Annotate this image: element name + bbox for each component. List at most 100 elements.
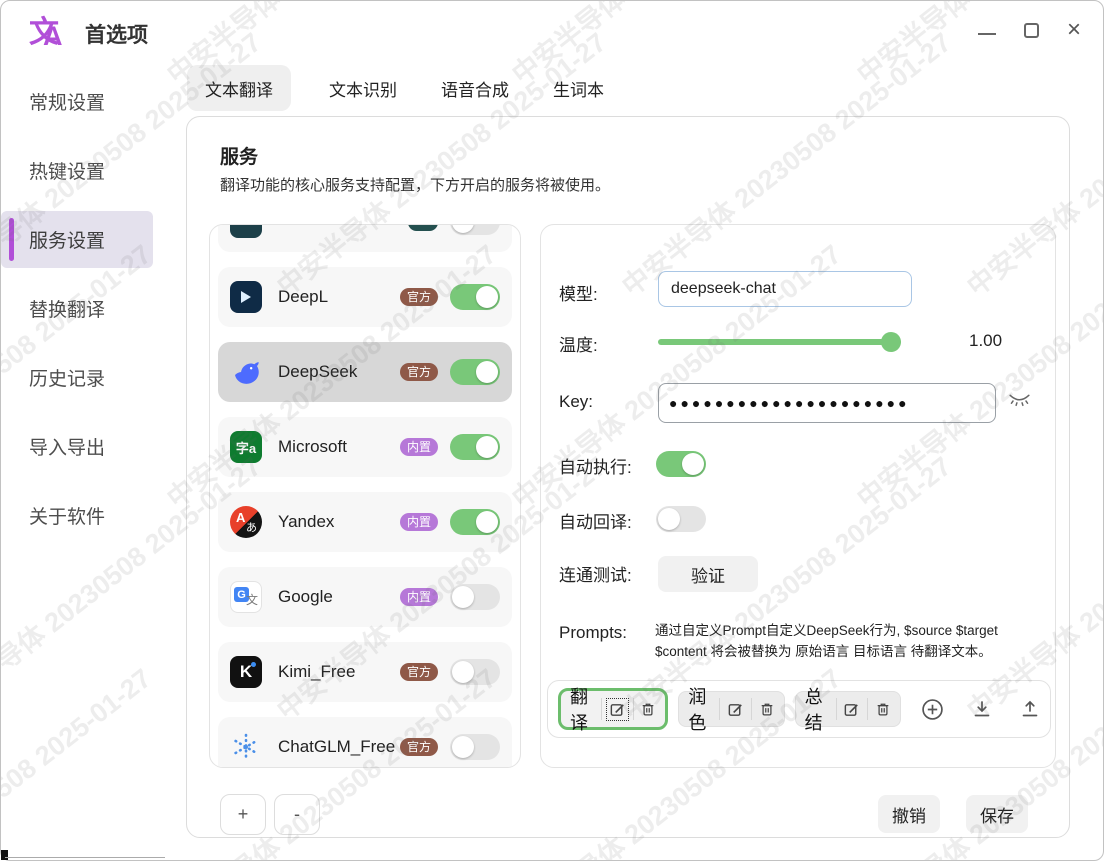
close-button[interactable]: × <box>1067 21 1081 39</box>
deepseek-icon <box>230 356 262 388</box>
prompt-chip-label: 总结 <box>805 683 829 735</box>
service-toggle[interactable] <box>450 434 500 460</box>
service-name: ChatGLM_Free <box>278 737 395 757</box>
auto-back-translate-label: 自动回译: <box>559 508 632 533</box>
tab-3[interactable]: 生词本 <box>547 65 610 111</box>
service-row-kimi_free[interactable]: K Kimi_Free 官方 <box>218 642 512 702</box>
model-input[interactable] <box>658 271 912 307</box>
sidebar-item-1[interactable]: 热键设置 <box>1 136 171 205</box>
tab-bar: 文本翻译文本识别语音合成生词本 <box>187 65 610 111</box>
prompt-chip-label: 翻译 <box>570 683 594 735</box>
service-badge <box>408 224 438 231</box>
service-list[interactable]: DeepL官方DeepSeek官方字aMicrosoft内置AあYandex内置… <box>209 224 521 768</box>
maximize-button[interactable] <box>1024 23 1039 38</box>
service-toggle[interactable] <box>450 584 500 610</box>
prompt-chip-label: 润色 <box>688 683 712 735</box>
service-row-deepseek[interactable]: DeepSeek 官方 <box>218 342 512 402</box>
save-button[interactable]: 保存 <box>966 795 1028 833</box>
sidebar-item-label: 热键设置 <box>29 157 105 184</box>
prompt-chip-2[interactable]: 总结 <box>795 691 901 727</box>
model-label: 模型: <box>559 280 598 305</box>
service-badge: 官方 <box>400 288 438 306</box>
sidebar-item-label: 关于软件 <box>29 502 105 529</box>
service-row-yandex[interactable]: Aあ Yandex 内置 <box>218 492 512 552</box>
service-detail-panel: 模型: 温度: 1.00 Key: 自动执行: 自动回译: 连通测试: 验证 P… <box>540 224 1056 768</box>
service-toggle[interactable] <box>450 224 500 235</box>
sidebar-item-label: 常规设置 <box>29 88 105 115</box>
chatglm-icon <box>230 731 262 763</box>
service-name: DeepSeek <box>278 362 357 382</box>
sidebar-item-0[interactable]: 常规设置 <box>1 67 171 136</box>
edit-prompt-icon[interactable] <box>609 701 626 718</box>
service-badge: 官方 <box>400 663 438 681</box>
app-logo-icon: 文 A <box>27 11 69 53</box>
service-name: Microsoft <box>278 437 347 457</box>
remove-service-button[interactable]: - <box>274 794 320 835</box>
sidebar: 常规设置热键设置服务设置替换翻译历史记录导入导出关于软件 <box>1 67 171 550</box>
api-key-input[interactable] <box>658 383 996 423</box>
auto-back-translate-toggle[interactable] <box>656 506 706 532</box>
service-toggle[interactable] <box>450 359 500 385</box>
service-toggle[interactable] <box>450 734 500 760</box>
add-prompt-icon[interactable] <box>921 698 944 721</box>
window-title: 首选项 <box>85 19 148 49</box>
service-toggle[interactable] <box>450 509 500 535</box>
export-prompts-icon[interactable] <box>1020 699 1040 719</box>
google-translate-icon: G文 <box>230 581 262 613</box>
prompt-chip-0[interactable]: 翻译 <box>558 688 668 730</box>
desktop-artifact <box>1 850 8 860</box>
tab-1[interactable]: 文本识别 <box>323 65 403 111</box>
service-badge: 内置 <box>400 588 438 606</box>
prompts-label: Prompts: <box>559 623 627 643</box>
unknown-service-icon <box>230 224 262 238</box>
deepl-icon <box>230 281 262 313</box>
eye-closed-icon[interactable] <box>1008 393 1031 412</box>
service-row-microsoft[interactable]: 字aMicrosoft内置 <box>218 417 512 477</box>
service-row-partial[interactable] <box>218 224 512 252</box>
sidebar-item-label: 导入导出 <box>29 433 105 460</box>
tab-2[interactable]: 语音合成 <box>435 65 515 111</box>
sidebar-item-label: 替换翻译 <box>29 295 105 322</box>
kimi-icon: K <box>230 656 262 688</box>
undo-button[interactable]: 撤销 <box>878 795 940 833</box>
service-row-google[interactable]: G文Google内置 <box>218 567 512 627</box>
settings-card: 服务 翻译功能的核心服务支持配置，下方开启的服务将被使用。 DeepL官方 Dee… <box>186 116 1070 838</box>
connectivity-test-label: 连通测试: <box>559 561 632 586</box>
sidebar-item-2[interactable]: 服务设置 <box>1 205 171 274</box>
service-badge: 内置 <box>400 438 438 456</box>
section-title: 服务 <box>220 142 258 169</box>
prompt-chip-1[interactable]: 润色 <box>678 691 784 727</box>
service-name: Kimi_Free <box>278 662 355 682</box>
edit-prompt-icon[interactable] <box>727 701 744 718</box>
add-service-button[interactable]: + <box>220 794 266 835</box>
prompt-toolbar: 翻译润色总结 <box>547 680 1051 738</box>
auto-execute-toggle[interactable] <box>656 451 706 477</box>
delete-prompt-icon[interactable] <box>875 701 891 717</box>
service-toggle[interactable] <box>450 659 500 685</box>
desktop-artifact-line <box>5 857 165 858</box>
service-row-deepl[interactable]: DeepL官方 <box>218 267 512 327</box>
slider-handle[interactable] <box>881 332 901 352</box>
import-prompts-icon[interactable] <box>972 699 992 719</box>
section-subtitle: 翻译功能的核心服务支持配置，下方开启的服务将被使用。 <box>220 174 610 195</box>
yandex-icon: Aあ <box>230 506 262 538</box>
delete-prompt-icon[interactable] <box>640 701 656 717</box>
service-badge: 官方 <box>400 738 438 756</box>
sidebar-item-5[interactable]: 导入导出 <box>1 412 171 481</box>
sidebar-item-4[interactable]: 历史记录 <box>1 343 171 412</box>
temperature-slider[interactable] <box>658 339 901 345</box>
edit-prompt-icon[interactable] <box>843 701 860 718</box>
delete-prompt-icon[interactable] <box>759 701 775 717</box>
service-badge: 官方 <box>400 363 438 381</box>
tab-0[interactable]: 文本翻译 <box>187 65 291 111</box>
service-toggle[interactable] <box>450 284 500 310</box>
minimize-button[interactable] <box>978 33 996 35</box>
service-row-chatglm_free[interactable]: ChatGLM_Free 官方 <box>218 717 512 768</box>
sidebar-item-6[interactable]: 关于软件 <box>1 481 171 550</box>
sidebar-item-3[interactable]: 替换翻译 <box>1 274 171 343</box>
verify-button[interactable]: 验证 <box>658 556 758 592</box>
service-badge: 内置 <box>400 513 438 531</box>
service-name: Yandex <box>278 512 334 532</box>
selected-indicator-bar <box>9 218 14 261</box>
sidebar-item-label: 服务设置 <box>29 226 105 253</box>
